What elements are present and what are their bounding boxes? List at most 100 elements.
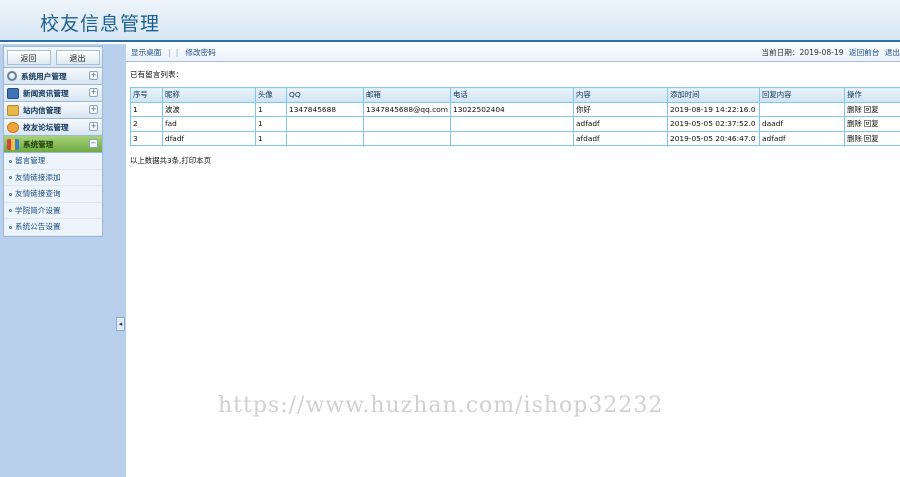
logout-link[interactable]: 退出 (885, 48, 900, 57)
column-header: QQ (286, 87, 364, 103)
cell-no: 3 (130, 130, 163, 146)
menu-group-label: 系统管理 (23, 139, 54, 149)
app-title: 校友信息管理 (40, 13, 161, 35)
cell-nick: dfadf (162, 130, 256, 146)
cell-phone (450, 130, 574, 146)
expand-icon[interactable]: + (89, 88, 98, 97)
sidebar-collapse-icon[interactable]: ◂ (116, 317, 125, 331)
menu-group-users[interactable]: 系统用户管理 + (3, 68, 103, 85)
separator: | | (168, 48, 179, 57)
app-header: 校友信息管理 (0, 0, 900, 42)
column-header: 电话 (450, 87, 574, 103)
column-header: 昵称 (162, 87, 256, 103)
cell-avatar: 1 (255, 101, 287, 117)
submenu-item-announcement[interactable]: 系统公告设置 (4, 219, 102, 236)
cell-content: afdadf (573, 130, 668, 146)
column-header: 内容 (573, 87, 668, 103)
forum-icon (7, 121, 19, 133)
expand-icon[interactable]: + (89, 71, 98, 80)
reply-link[interactable]: 回复 (864, 119, 879, 128)
date-area: 当前日期：2019-08-19 返回前台 退出 (761, 47, 900, 58)
watermark-text: https://www.huzhan.com/ishop32232 (218, 393, 664, 418)
cell-phone: 13022502404 (450, 101, 574, 117)
bullet-icon (9, 209, 12, 213)
menu-group-label: 站内信管理 (23, 105, 61, 115)
cell-email (363, 116, 451, 132)
cell-nick: fad (162, 116, 256, 132)
expand-icon[interactable]: + (89, 105, 98, 114)
back-front-link[interactable]: 返回前台 (849, 48, 879, 57)
cell-time: 2019-05-05 02:37:52.0 (667, 116, 760, 132)
delete-link[interactable]: 删除 (847, 105, 862, 114)
column-header: 添加时间 (667, 87, 760, 103)
submenu-item-query-link[interactable]: 友情链接查询 (4, 186, 102, 203)
menu-group-messages[interactable]: 站内信管理 + (3, 102, 103, 119)
cell-qq (286, 116, 364, 132)
table-row: 2 fad 1 adfadf 2019-05-05 02:37:52.0 daa… (130, 116, 900, 132)
bullet-icon (9, 159, 12, 163)
cell-avatar: 1 (255, 130, 287, 146)
submenu-item-add-link[interactable]: 友情链接添加 (4, 170, 102, 187)
menu-group-label: 系统用户管理 (21, 71, 67, 81)
expand-icon[interactable]: + (89, 122, 98, 131)
messages-table: 序号 昵称 头像 QQ 邮箱 电话 内容 添加时间 回复内容 操作 1 波波 1… (130, 87, 900, 146)
change-password-link[interactable]: 修改密码 (185, 47, 215, 58)
delete-link[interactable]: 删除 (847, 119, 862, 128)
chart-icon (7, 138, 19, 150)
gear-icon (7, 71, 17, 81)
cell-avatar: 1 (255, 116, 287, 132)
current-date: 当前日期：2019-08-19 (761, 48, 844, 57)
cell-no: 1 (130, 101, 163, 117)
list-title: 已有留言列表： (130, 70, 184, 79)
table-row: 3 dfadf 1 afdadf 2019-05-05 20:46:47.0 a… (130, 130, 900, 146)
sidebar-panel: 返回 退出 系统用户管理 + 新闻资讯管理 + 站内信管理 + 校友论坛管理 +… (3, 46, 103, 477)
cell-time: 2019-05-05 20:46:47.0 (667, 130, 760, 146)
cell-phone (450, 116, 574, 132)
bullet-icon (9, 192, 12, 196)
back-button[interactable]: 返回 (6, 49, 51, 65)
system-submenu: 留言管理 友情链接添加 友情链接查询 学院简介设置 系统公告设置 (3, 153, 103, 237)
submenu-item-college-intro[interactable]: 学院简介设置 (4, 203, 102, 220)
news-icon (7, 87, 19, 99)
menu-group-news[interactable]: 新闻资讯管理 + (3, 85, 103, 102)
folder-icon (7, 104, 19, 116)
table-summary[interactable]: 以上数据共3条,打印本页 (130, 155, 211, 166)
column-header: 邮箱 (363, 87, 451, 103)
reply-link[interactable]: 回复 (864, 134, 879, 143)
delete-link[interactable]: 删除 (847, 134, 862, 143)
cell-reply: daadf (759, 116, 845, 132)
cell-qq: 1347845688 (286, 101, 364, 117)
exit-button[interactable]: 退出 (55, 49, 100, 65)
cell-email (363, 130, 451, 146)
column-header: 回复内容 (759, 87, 845, 103)
top-toolbar: 显示桌面 | | 修改密码 当前日期：2019-08-19 返回前台 退出 (126, 44, 900, 62)
menu-group-label: 新闻资讯管理 (23, 88, 69, 98)
menu-group-system[interactable]: 系统管理 − (3, 136, 103, 153)
table-header-row: 序号 昵称 头像 QQ 邮箱 电话 内容 添加时间 回复内容 操作 (130, 87, 900, 103)
cell-email: 1347845688@qq.com (363, 101, 451, 117)
column-header: 序号 (130, 87, 163, 103)
column-header: 头像 (255, 87, 287, 103)
bullet-icon (9, 176, 12, 180)
menu-group-forum[interactable]: 校友论坛管理 + (3, 119, 103, 136)
cell-actions: 删除 回复 (844, 116, 900, 132)
cell-content: adfadf (573, 116, 668, 132)
cell-actions: 删除 回复 (844, 130, 900, 146)
table-row: 1 波波 1 1347845688 1347845688@qq.com 1302… (130, 101, 900, 117)
cell-nick: 波波 (162, 101, 256, 117)
column-header: 操作 (844, 87, 900, 103)
submenu-item-messages[interactable]: 留言管理 (4, 153, 102, 170)
menu-group-label: 校友论坛管理 (23, 122, 69, 132)
sidebar: 返回 退出 系统用户管理 + 新闻资讯管理 + 站内信管理 + 校友论坛管理 +… (0, 44, 126, 477)
cell-reply: adfadf (759, 130, 845, 146)
cell-qq (286, 130, 364, 146)
show-desktop-link[interactable]: 显示桌面 (131, 47, 161, 58)
sidebar-top-bar: 返回 退出 (3, 46, 103, 68)
collapse-icon[interactable]: − (89, 139, 98, 148)
cell-reply (759, 101, 845, 117)
cell-content: 你好 (573, 101, 668, 117)
reply-link[interactable]: 回复 (864, 105, 879, 114)
bullet-icon (9, 225, 12, 229)
cell-actions: 删除 回复 (844, 101, 900, 117)
cell-time: 2019-08-19 14:22:16.0 (667, 101, 760, 117)
